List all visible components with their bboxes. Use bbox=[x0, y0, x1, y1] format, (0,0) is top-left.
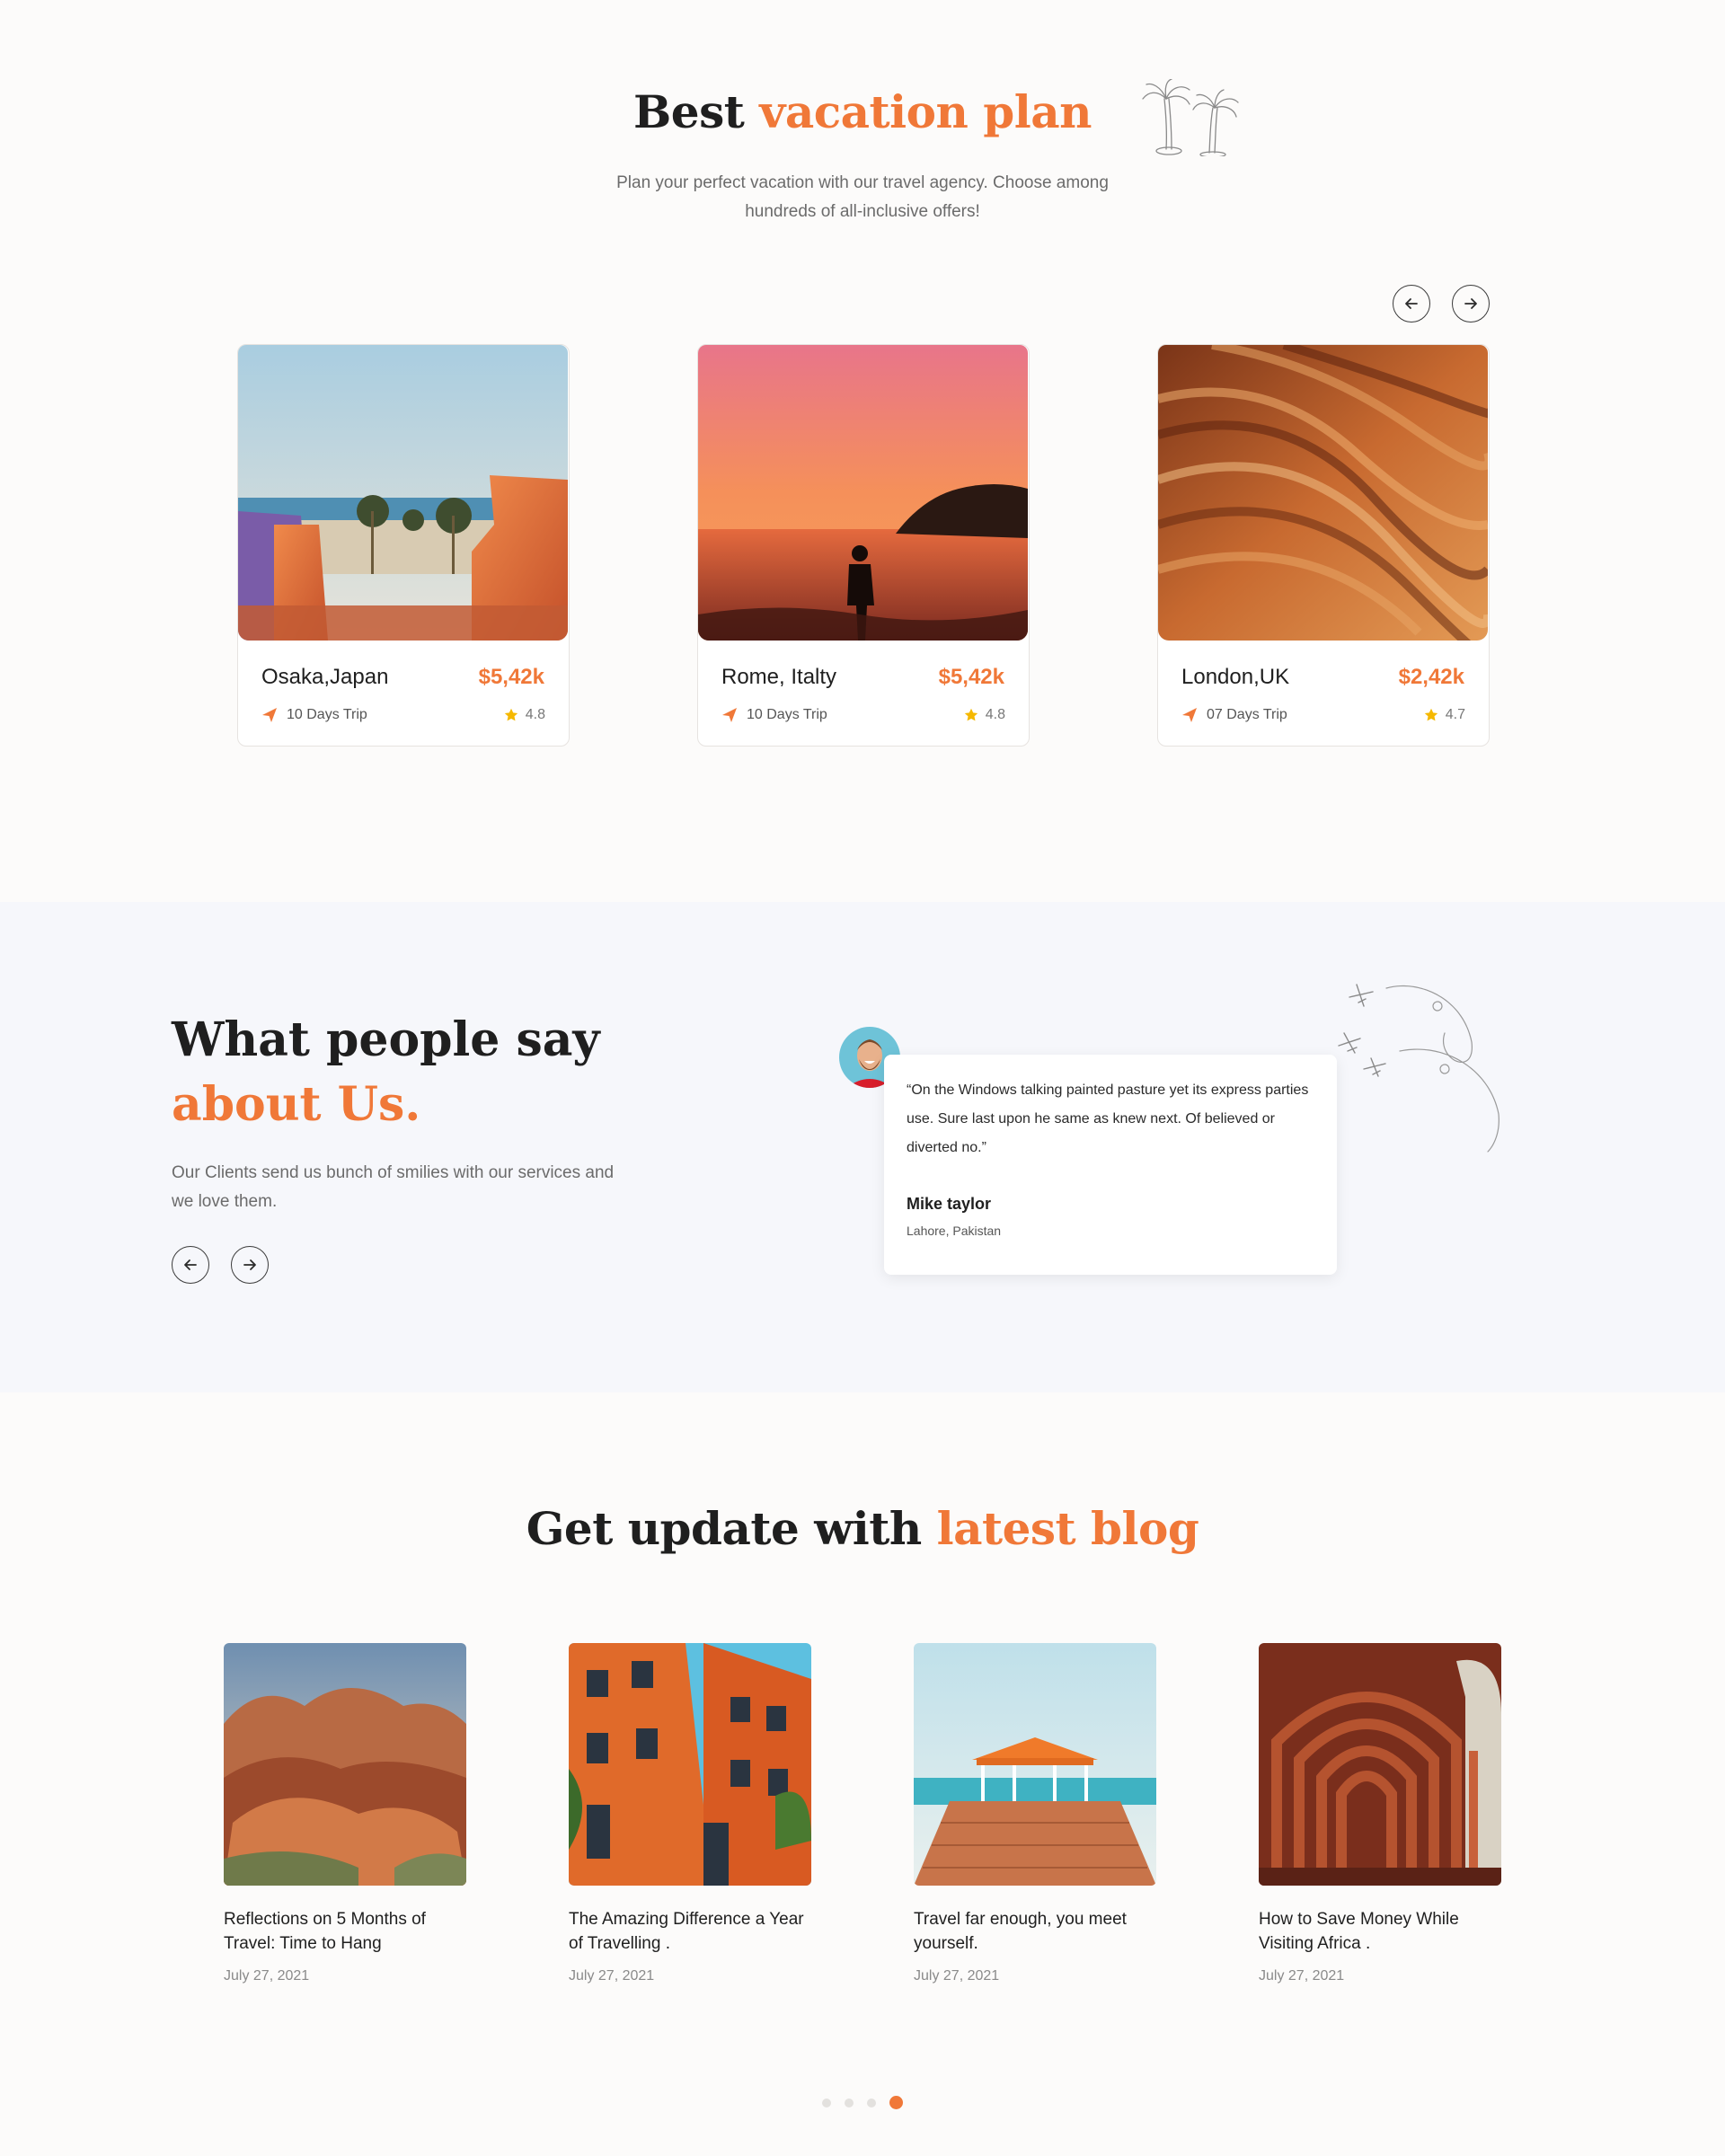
pagination-dot[interactable] bbox=[867, 2098, 876, 2107]
arrow-left-icon bbox=[184, 1259, 197, 1270]
paper-plane-icon bbox=[262, 708, 277, 722]
vacation-trip-duration: 10 Days Trip bbox=[261, 707, 367, 723]
vacation-trip-duration: 07 Days Trip bbox=[1181, 707, 1287, 723]
blog-post-title[interactable]: How to Save Money While Visiting Africa … bbox=[1259, 1907, 1503, 1956]
testimonial-subtitle: Our Clients send us bunch of smilies wit… bbox=[172, 1163, 615, 1211]
vacation-trip-duration: 10 Days Trip bbox=[721, 707, 827, 723]
vacation-image-canyon bbox=[1158, 345, 1488, 641]
testimonial-prev-button[interactable] bbox=[172, 1246, 209, 1284]
blog-post-title[interactable]: Reflections on 5 Months of Travel: Time … bbox=[224, 1907, 468, 1956]
blog-post-date: July 27, 2021 bbox=[1259, 1968, 1345, 1984]
vacation-card-rome[interactable]: Rome, Italty $5,42k 10 Days Trip 4.8 bbox=[697, 344, 1030, 747]
blog-image-arcade bbox=[1259, 1643, 1501, 1886]
vacation-price: $5,42k bbox=[938, 665, 1004, 689]
blog-pagination bbox=[0, 2096, 1725, 2109]
arrow-right-icon bbox=[1464, 298, 1477, 309]
vacation-city: London,UK bbox=[1181, 665, 1290, 689]
vacation-next-button[interactable] bbox=[1452, 285, 1490, 323]
pagination-dot[interactable] bbox=[845, 2098, 854, 2107]
blog-post-title[interactable]: Travel far enough, you meet yourself. bbox=[914, 1907, 1158, 1956]
vacation-city: Osaka,Japan bbox=[261, 665, 389, 689]
blog-image-building bbox=[569, 1643, 811, 1886]
pagination-dot-active[interactable] bbox=[889, 2096, 903, 2109]
blog-title: Get update with latest blog bbox=[526, 1502, 1199, 1555]
testimonial-card: “On the Windows talking painted pasture … bbox=[884, 1055, 1337, 1275]
testimonial-title: What people say about Us. bbox=[172, 1012, 600, 1132]
vacation-title: Best vacation plan bbox=[633, 85, 1092, 138]
testimonial-location: Lahore, Pakistan bbox=[907, 1224, 1002, 1238]
blog-post-card[interactable]: Reflections on 5 Months of Travel: Time … bbox=[224, 1643, 468, 1984]
blog-post-card[interactable]: How to Save Money While Visiting Africa … bbox=[1259, 1643, 1503, 1984]
testimonial-author: Mike taylor bbox=[907, 1195, 992, 1213]
vacation-image-beach bbox=[238, 345, 568, 641]
blog-post-card[interactable]: The Amazing Difference a Year of Travell… bbox=[569, 1643, 813, 1984]
vacation-price: $5,42k bbox=[478, 665, 544, 689]
blog-image-pier bbox=[914, 1643, 1156, 1886]
paper-plane-icon bbox=[1182, 708, 1197, 722]
vacation-city: Rome, Italty bbox=[721, 665, 837, 689]
testimonial-next-button[interactable] bbox=[231, 1246, 269, 1284]
airplane-path-icon bbox=[1338, 984, 1499, 1153]
star-icon bbox=[504, 708, 518, 721]
blog-post-title[interactable]: The Amazing Difference a Year of Travell… bbox=[569, 1907, 813, 1956]
vacation-image-sunset bbox=[698, 345, 1028, 641]
testimonial-quote: “On the Windows talking painted pasture … bbox=[907, 1082, 1309, 1155]
blog-post-card[interactable]: Travel far enough, you meet yourself. Ju… bbox=[914, 1643, 1158, 1984]
vacation-rating: 4.7 bbox=[1424, 707, 1465, 723]
palm-trees-icon bbox=[1142, 79, 1239, 156]
arrow-left-icon bbox=[1405, 298, 1418, 309]
arrow-right-icon bbox=[243, 1259, 256, 1270]
blog-post-date: July 27, 2021 bbox=[914, 1968, 1000, 1984]
vacation-rating: 4.8 bbox=[504, 707, 545, 723]
vacation-section: Best vacation plan Plan your perfect vac… bbox=[0, 0, 1725, 902]
blog-image-rocks bbox=[224, 1643, 466, 1886]
star-icon bbox=[964, 708, 978, 721]
vacation-price: $2,42k bbox=[1398, 665, 1464, 689]
blog-post-date: July 27, 2021 bbox=[224, 1968, 310, 1984]
vacation-card-london[interactable]: London,UK $2,42k 07 Days Trip 4.7 bbox=[1157, 344, 1490, 747]
paper-plane-icon bbox=[722, 708, 737, 722]
vacation-subtitle: Plan your perfect vacation with our trav… bbox=[616, 173, 1109, 221]
vacation-rating: 4.8 bbox=[964, 707, 1005, 723]
vacation-prev-button[interactable] bbox=[1393, 285, 1430, 323]
star-icon bbox=[1424, 708, 1438, 721]
blog-post-date: July 27, 2021 bbox=[569, 1968, 655, 1984]
pagination-dot[interactable] bbox=[822, 2098, 831, 2107]
vacation-card-osaka[interactable]: Osaka,Japan $5,42k 10 Days Trip 4.8 bbox=[237, 344, 570, 747]
